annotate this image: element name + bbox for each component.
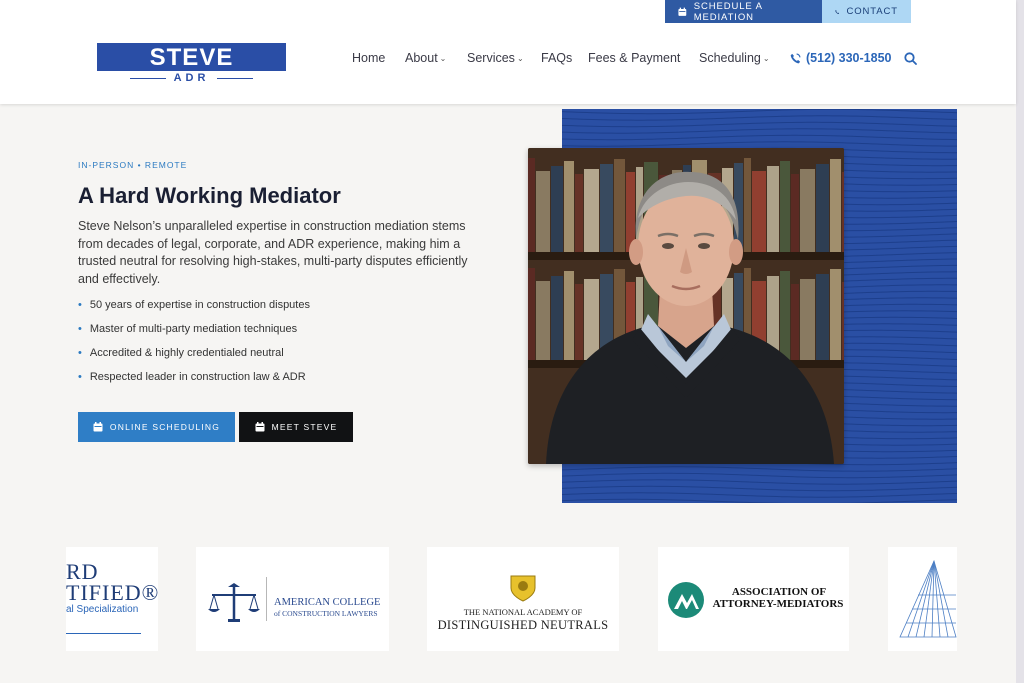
nav-item-scheduling[interactable]: Scheduling ⌄ [699,51,770,65]
schedule-mediation-button[interactable]: Schedule a Mediation [665,0,822,23]
nav-item-label: Services [467,51,515,65]
nav-item-label: Home [352,51,386,65]
phone-number: (512) 330-1850 [806,51,892,65]
wave-line [562,492,957,498]
board-certified-logo: RD TIFIED® al Specialization [66,547,158,651]
nav-item-label: Fees & Payment [588,51,681,65]
chevron-down-icon: ⌄ [516,53,524,63]
accl-line1: AMERICAN COLLEGE [274,597,381,608]
list-item: • Respected leader in construction law & … [78,369,438,393]
crane-scale-icon [208,583,260,622]
aam-logo: ASSOCIATION OF ATTORNEY-MEDIATORS [658,547,849,651]
nadn-line2: DISTINGUISHED NEUTRALS [437,618,609,632]
logo-divider [266,577,267,621]
nadn-logo: THE NATIONAL ACADEMY OF DISTINGUISHED NE… [427,547,619,651]
wave-line [562,141,957,147]
bullet-icon: • [78,347,82,359]
schedule-mediation-label: Schedule a Mediation [693,0,763,23]
board-certified-rule [66,633,141,634]
nav-item-faqs[interactable]: FAQs [541,51,572,65]
phone-icon [835,9,840,14]
wave-line [562,498,957,503]
accl-line2: of CONSTRUCTION LAWYERS [274,609,378,618]
search-button[interactable] [904,52,918,66]
phone-icon [790,53,801,63]
aam-line2: ATTORNEY-MEDIATORS [712,598,844,610]
online-scheduling-button[interactable]: Online Scheduling [78,412,235,442]
wave-line [562,128,957,134]
list-item: • Master of multi-party mediation techniq… [78,321,438,345]
wave-line [562,485,957,492]
wave-line [562,466,957,472]
online-scheduling-label: Online Scheduling [109,422,221,432]
scrollbar-track[interactable] [1016,0,1024,683]
board-certified-line2: TIFIED® [66,580,158,605]
logo-rule-left [129,77,166,79]
wave-line [562,472,957,479]
nav-item-services[interactable]: Services ⌄ [467,51,524,65]
logo-rule-right [217,77,254,79]
nadn-crest-icon [510,575,536,602]
nav-item-label: About [405,51,438,65]
hero-bullets: • 50 years of expertise in construction d… [78,297,438,393]
list-item: • Accredited & highly credentialed neutra… [78,345,438,369]
site-header: Schedule a Mediation Contact STEVE NELSO… [0,0,1016,104]
wave-line [562,115,957,121]
chevron-down-icon: ⌄ [439,53,447,63]
bullet-text: Respected leader in construction law & A… [89,371,306,383]
meet-steve-button[interactable]: Meet Steve [239,412,353,442]
portrait-image [528,148,844,464]
accl-logo: AMERICAN COLLEGE of CONSTRUCTION LAWYERS [196,547,389,651]
wave-line [562,121,957,128]
nav-item-home[interactable]: Home [352,51,385,65]
nav-item-label: FAQs [541,51,573,65]
logo-sub: ADR [97,72,286,84]
aam-line1: ASSOCIATION OF [731,586,827,598]
list-item: • 50 years of expertise in construction d… [78,297,438,321]
bullet-text: Master of multi-party mediation techniqu… [89,323,298,335]
wave-line [562,479,957,485]
nav-phone-link[interactable]: (512) 330-1850 [790,51,891,65]
nav-item-about[interactable]: About ⌄ [405,51,446,65]
contact-button[interactable]: Contact [822,0,911,23]
page: Schedule a Mediation Contact STEVE NELSO… [0,0,1024,683]
mediator-portrait [528,148,844,464]
pyramid-logo [888,547,957,651]
chevron-down-icon: ⌄ [762,53,770,63]
board-certified-line3: al Specialization [66,604,139,615]
hero-title: A Hard Working Mediator [78,183,341,208]
hero-eyebrow: IN-PERSON • REMOTE [78,160,188,170]
bullet-text: 50 years of expertise in construction di… [89,299,310,311]
search-icon [904,52,917,65]
bullet-icon: • [78,299,82,311]
meet-steve-label: Meet Steve [271,422,338,432]
bullet-icon: • [78,323,82,335]
wave-line [562,134,957,141]
bullet-icon: • [78,371,82,383]
calendar-icon [93,422,103,432]
wave-line [562,109,957,115]
bullet-text: Accredited & highly credentialed neutral [89,347,284,359]
nav-item-fees-payment[interactable]: Fees & Payment [588,51,680,65]
aam-mountain-icon [668,582,704,618]
main-nav: Home About ⌄ Services ⌄ FAQs Fees & Paym… [0,51,1016,69]
calendar-icon [255,422,265,432]
nav-item-label: Scheduling [699,51,761,65]
contact-label: Contact [846,6,898,17]
nadn-line1: THE NATIONAL ACADEMY OF [463,607,583,617]
hero-description: Steve Nelson’s unparalleled expertise in… [78,219,468,286]
logo-adr: ADR [173,72,210,84]
pyramid-icon [899,559,957,638]
calendar-icon [678,7,687,16]
